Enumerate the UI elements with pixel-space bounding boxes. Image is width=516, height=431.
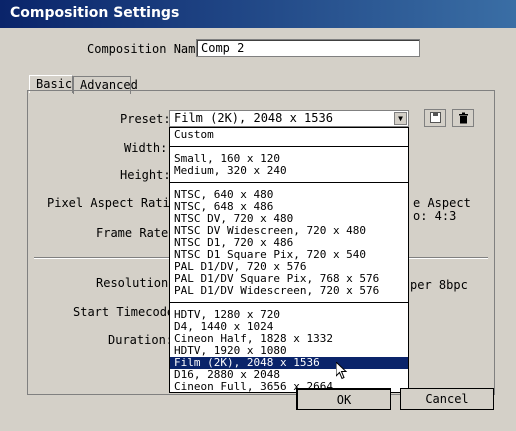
mouse-cursor-icon <box>336 362 348 380</box>
comp-name-label: Composition Name: <box>87 42 210 56</box>
comp-name-input[interactable]: Comp 2 <box>196 39 420 57</box>
preset-select[interactable]: Film (2K), 2048 x 1536 ▼ <box>169 110 409 127</box>
preset-label: Preset: <box>120 112 171 126</box>
preset-value: Film (2K), 2048 x 1536 <box>174 111 333 125</box>
width-label: Width: <box>124 141 168 155</box>
dropdown-separator <box>170 182 408 185</box>
title-bar[interactable]: Composition Settings <box>0 0 516 28</box>
start-timecode-label: Start Timecode: <box>73 305 182 319</box>
frame-rate-label: Frame Rate: <box>96 226 176 240</box>
pixel-aspect-label: Pixel Aspect Ratio: <box>47 196 185 210</box>
composition-settings-dialog: Composition Settings Composition Name: C… <box>0 0 516 431</box>
preset-option[interactable]: PAL D1/DV Widescreen, 720 x 576 <box>170 285 408 297</box>
duration-label: Duration: <box>108 333 174 347</box>
frame-aspect-value: o: 4:3 <box>413 209 457 223</box>
chevron-down-icon[interactable]: ▼ <box>394 112 407 125</box>
resolution-label: Resolution: <box>96 276 176 290</box>
window-title: Composition Settings <box>10 5 180 21</box>
save-icon <box>429 112 441 123</box>
height-label: Height: <box>120 168 171 182</box>
ok-button[interactable]: OK <box>296 388 391 410</box>
preset-option[interactable]: Custom <box>170 129 408 141</box>
preset-option[interactable]: Medium, 320 x 240 <box>170 165 408 177</box>
frame-aspect-label: e Aspect <box>413 196 471 210</box>
cancel-button[interactable]: Cancel <box>400 388 494 410</box>
color-depth-label: per 8bpc <box>410 278 468 292</box>
preset-dropdown-list[interactable]: Custom Small, 160 x 120 Medium, 320 x 24… <box>169 127 409 393</box>
trash-icon <box>458 112 468 124</box>
dropdown-separator <box>170 146 408 149</box>
dropdown-separator <box>170 302 408 305</box>
save-preset-button[interactable] <box>424 109 446 127</box>
delete-preset-button[interactable] <box>452 109 474 127</box>
